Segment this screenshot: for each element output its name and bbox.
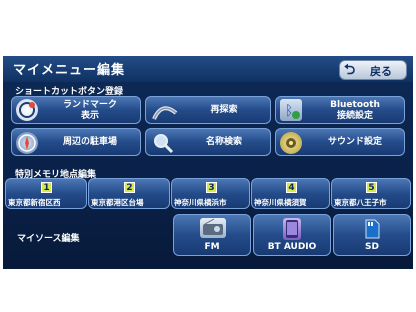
shortcut-button-parking[interactable]: 周辺の駐車場 <box>11 128 141 156</box>
source-label-bt-audio: BT AUDIO <box>267 242 317 252</box>
memory-point-1[interactable]: 1 東京都新宿区西 <box>5 178 87 209</box>
source-label-fm: FM <box>204 242 220 252</box>
memory-number-badge: 5 <box>366 182 377 193</box>
source-section-label: マイソース編集 <box>17 234 80 244</box>
source-label-sd: SD <box>365 242 379 252</box>
memory-point-3[interactable]: 3 神奈川県横浜市 <box>171 178 250 209</box>
phone-icon <box>283 218 301 240</box>
shortcut-label-name-search: 名称検索 <box>205 137 242 147</box>
shortcut-label-parking: 周辺の駐車場 <box>62 137 117 147</box>
memory-point-5[interactable]: 5 東京都八王子市 <box>331 178 411 209</box>
page-title: マイメニュー編集 <box>13 63 126 78</box>
speaker-icon <box>280 132 302 154</box>
shortcut-label-landmark: ランドマーク 表示 <box>62 100 117 121</box>
shortcut-label-bluetooth: Bluetooth 接続設定 <box>330 100 380 121</box>
shortcut-button-name-search[interactable]: 名称検索 <box>145 128 271 156</box>
reroute-icon <box>152 99 178 121</box>
shortcut-button-reroute[interactable]: 再探索 <box>145 96 271 124</box>
search-icon <box>152 132 174 154</box>
back-button[interactable]: ⮌ 戻る <box>339 60 407 80</box>
shortcut-button-sound[interactable]: サウンド設定 <box>275 128 405 156</box>
landmark-icon <box>16 99 38 121</box>
memory-point-name: 神奈川県横須賀 <box>254 198 307 207</box>
shortcut-button-landmark[interactable]: ランドマーク 表示 <box>11 96 141 124</box>
radio-icon <box>200 218 226 238</box>
memory-number-badge: 4 <box>286 182 297 193</box>
memory-point-name: 神奈川県横浜市 <box>174 198 227 207</box>
memory-number-badge: 2 <box>124 182 135 193</box>
shortcut-button-bluetooth[interactable]: ᛒ Bluetooth 接続設定 <box>275 96 405 124</box>
memory-number-badge: 1 <box>41 182 52 193</box>
back-button-label: 戻る <box>370 65 392 78</box>
shortcut-label-sound: サウンド設定 <box>327 137 382 147</box>
my-menu-edit-screen: マイメニュー編集 ⮌ 戻る ショートカットボタン登録 ランドマーク 表示 再探索 … <box>3 56 413 269</box>
memory-number-badge: 3 <box>206 182 217 193</box>
memory-point-name: 東京都新宿区西 <box>8 198 61 207</box>
svg-text:ᛒ: ᛒ <box>285 103 293 119</box>
shortcut-label-reroute: 再探索 <box>210 105 238 115</box>
bluetooth-settings-icon: ᛒ <box>280 99 302 121</box>
parking-icon <box>16 132 38 154</box>
sd-card-icon <box>363 218 381 240</box>
source-button-sd[interactable]: SD <box>333 214 411 256</box>
memory-point-2[interactable]: 2 東京都港区台場 <box>88 178 170 209</box>
return-arrow-icon: ⮌ <box>344 62 356 78</box>
title-bar: マイメニュー編集 ⮌ 戻る <box>3 56 413 82</box>
memory-point-name: 東京都八王子市 <box>334 198 387 207</box>
source-button-bt-audio[interactable]: BT AUDIO <box>253 214 331 256</box>
memory-point-4[interactable]: 4 神奈川県横須賀 <box>251 178 330 209</box>
source-button-fm[interactable]: FM <box>173 214 251 256</box>
memory-point-name: 東京都港区台場 <box>91 198 144 207</box>
